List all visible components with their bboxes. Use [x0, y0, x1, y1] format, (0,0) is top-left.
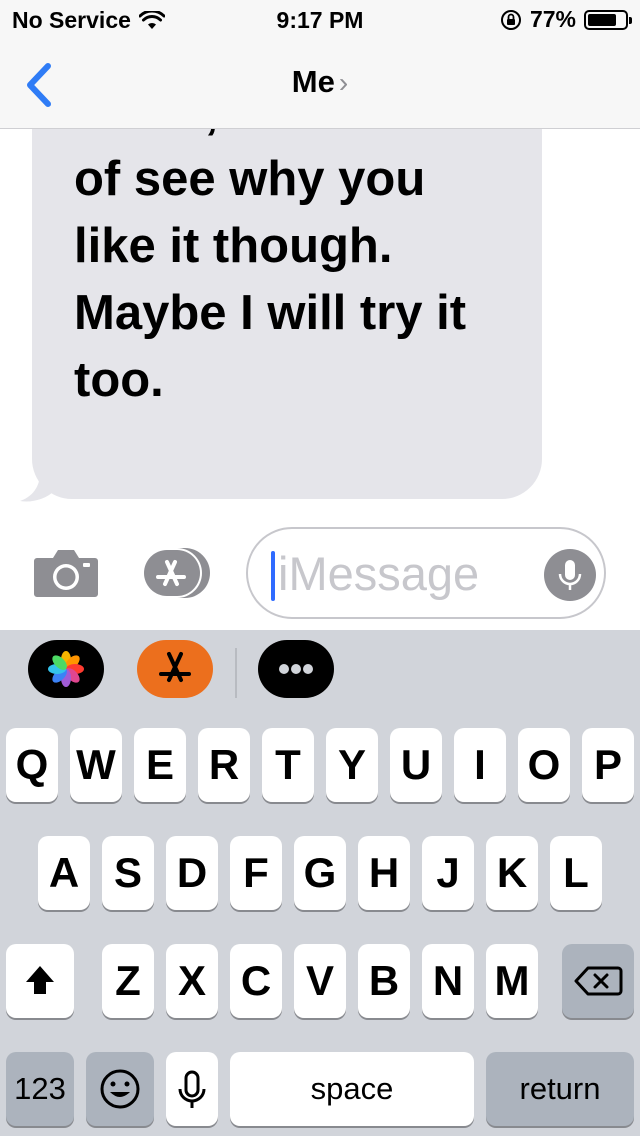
orientation-lock-icon — [500, 9, 521, 30]
shift-icon — [26, 966, 54, 994]
key-v[interactable]: V — [294, 944, 346, 1018]
status-bar: No Service 9:17 PM 77% — [0, 0, 640, 42]
message-line: Maybe I will try it — [74, 286, 467, 340]
dictation-button[interactable] — [544, 549, 596, 601]
emoji-icon — [100, 1069, 140, 1109]
contact-name-button[interactable]: Me › — [0, 64, 640, 100]
key-z[interactable]: Z — [102, 944, 154, 1018]
message-line: of see why you — [74, 152, 426, 206]
app-store-button[interactable] — [140, 546, 212, 600]
key-a[interactable]: A — [38, 836, 90, 910]
key-e[interactable]: E — [134, 728, 186, 802]
key-l[interactable]: L — [550, 836, 602, 910]
dictation-key[interactable] — [166, 1052, 218, 1126]
space-key[interactable]: space — [230, 1052, 474, 1126]
message-input[interactable] — [278, 541, 528, 605]
compose-bar — [0, 514, 640, 630]
key-p[interactable]: P — [582, 728, 634, 802]
backspace-icon — [574, 966, 623, 996]
message-line: like it though. — [74, 219, 393, 273]
conversation-header: Me › — [0, 42, 640, 129]
contact-name: Me — [291, 64, 335, 99]
photos-app-icon — [48, 651, 84, 687]
key-s[interactable]: S — [102, 836, 154, 910]
key-m[interactable]: M — [486, 944, 538, 1018]
key-row-3: Z X C V B N M — [0, 944, 640, 1024]
text-caret — [271, 551, 275, 601]
more-apps-icon — [279, 664, 313, 674]
return-key[interactable]: return — [486, 1052, 634, 1126]
key-t[interactable]: T — [262, 728, 314, 802]
app-store-app-icon — [159, 652, 191, 682]
battery-level-fill — [588, 13, 616, 26]
key-h[interactable]: H — [358, 836, 410, 910]
key-b[interactable]: B — [358, 944, 410, 1018]
message-line: mous, I can kind — [74, 129, 524, 146]
app-strip-divider — [235, 648, 237, 698]
key-o[interactable]: O — [518, 728, 570, 802]
more-apps-button[interactable] — [258, 640, 334, 698]
key-k[interactable]: K — [486, 836, 538, 910]
key-f[interactable]: F — [230, 836, 282, 910]
numbers-key[interactable]: 123 — [6, 1052, 74, 1126]
message-text: mous, I can kind of see why you like it … — [74, 129, 524, 414]
key-row-1: Q W E R T Y U I O P — [0, 728, 640, 808]
delete-key[interactable] — [562, 944, 634, 1018]
key-x[interactable]: X — [166, 944, 218, 1018]
photos-app-button[interactable] — [28, 640, 104, 698]
shift-key[interactable] — [6, 944, 74, 1018]
battery-percent: 77% — [529, 6, 576, 32]
imessage-field[interactable] — [246, 527, 606, 619]
key-i[interactable]: I — [454, 728, 506, 802]
imessage-app-strip — [0, 630, 640, 720]
microphone-icon — [558, 560, 582, 590]
key-d[interactable]: D — [166, 836, 218, 910]
battery-icon — [584, 9, 632, 30]
bubble-tail — [20, 473, 54, 502]
status-right: 77% — [500, 6, 632, 33]
emoji-key[interactable] — [86, 1052, 154, 1126]
key-y[interactable]: Y — [326, 728, 378, 802]
chevron-right-icon: › — [338, 67, 349, 98]
app-store-app-button[interactable] — [137, 640, 213, 698]
keyboard: Q W E R T Y U I O P A S D F G H J K L Z … — [0, 630, 640, 1136]
key-n[interactable]: N — [422, 944, 474, 1018]
camera-button[interactable] — [33, 546, 99, 598]
battery-cap — [629, 16, 632, 24]
key-g[interactable]: G — [294, 836, 346, 910]
camera-icon — [34, 550, 98, 597]
key-r[interactable]: R — [198, 728, 250, 802]
message-thread[interactable]: mous, I can kind of see why you like it … — [0, 129, 640, 514]
key-row-4: 123 space return — [0, 1052, 640, 1136]
key-j[interactable]: J — [422, 836, 474, 910]
key-u[interactable]: U — [390, 728, 442, 802]
key-c[interactable]: C — [230, 944, 282, 1018]
key-row-2: A S D F G H J K L — [0, 836, 640, 916]
microphone-icon — [178, 1070, 206, 1108]
key-q[interactable]: Q — [6, 728, 58, 802]
message-line: too. — [74, 353, 164, 407]
key-w[interactable]: W — [70, 728, 122, 802]
app-store-icon — [142, 548, 210, 598]
